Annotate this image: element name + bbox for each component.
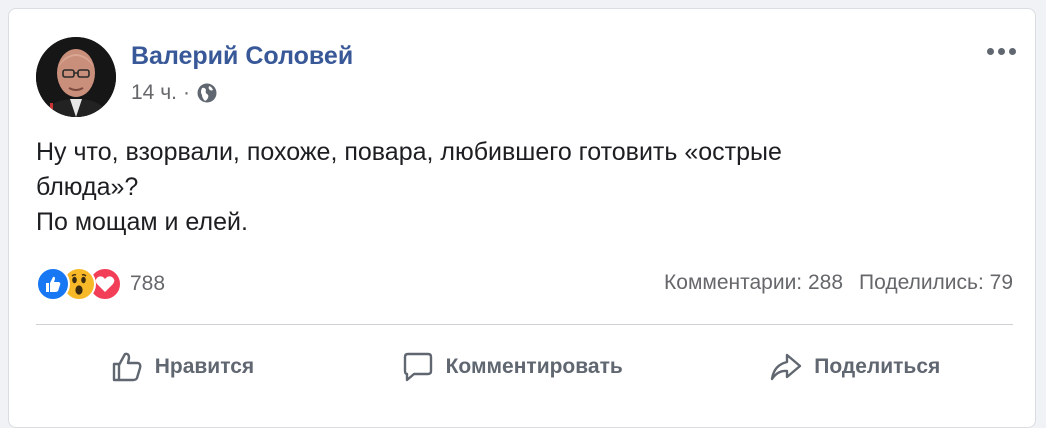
post-text-line: Ну что, взорвали, похоже, повара, любивш… (36, 138, 782, 166)
share-label: Поделиться (814, 355, 941, 378)
dot-icon (997, 47, 1005, 55)
avatar-photo (36, 37, 116, 117)
post-text-line: блюда»? (36, 173, 139, 201)
reactions-summary[interactable]: 788 (36, 267, 165, 301)
comment-label: Комментировать (445, 355, 623, 378)
like-button[interactable]: Нравится (91, 341, 272, 393)
more-options-button[interactable] (981, 39, 1021, 63)
dot-icon (1008, 47, 1016, 55)
post-text-line: По мощам и елей. (36, 208, 248, 236)
shares-count[interactable]: Поделились: 79 (859, 271, 1013, 295)
post-time[interactable]: 14 ч. (131, 81, 177, 105)
thumbs-up-icon (112, 352, 142, 382)
meta-separator: · (182, 81, 190, 104)
action-bar: Нравится Комментировать Поделиться (36, 339, 1013, 395)
post-stats: Комментарии: 288 Поделились: 79 (664, 271, 1013, 295)
post-meta: 14 ч. · (131, 81, 218, 105)
comment-button[interactable]: Комментировать (382, 341, 641, 393)
divider (36, 324, 1013, 325)
post-card: Валерий Соловей 14 ч. · Ну что, взорвали… (8, 8, 1036, 428)
share-icon (771, 353, 802, 381)
comments-count[interactable]: Комментарии: 288 (664, 271, 843, 295)
post-text: Ну что, взорвали, похоже, повара, любивш… (36, 135, 996, 240)
share-button[interactable]: Поделиться (750, 341, 958, 393)
avatar[interactable] (36, 37, 116, 117)
dot-icon (986, 47, 994, 55)
reactions-count[interactable]: 788 (130, 272, 165, 296)
like-reaction-icon (36, 267, 70, 301)
comment-icon (403, 352, 432, 382)
globe-icon[interactable] (196, 82, 218, 104)
like-label: Нравится (154, 355, 255, 378)
author-name[interactable]: Валерий Соловей (131, 42, 353, 71)
